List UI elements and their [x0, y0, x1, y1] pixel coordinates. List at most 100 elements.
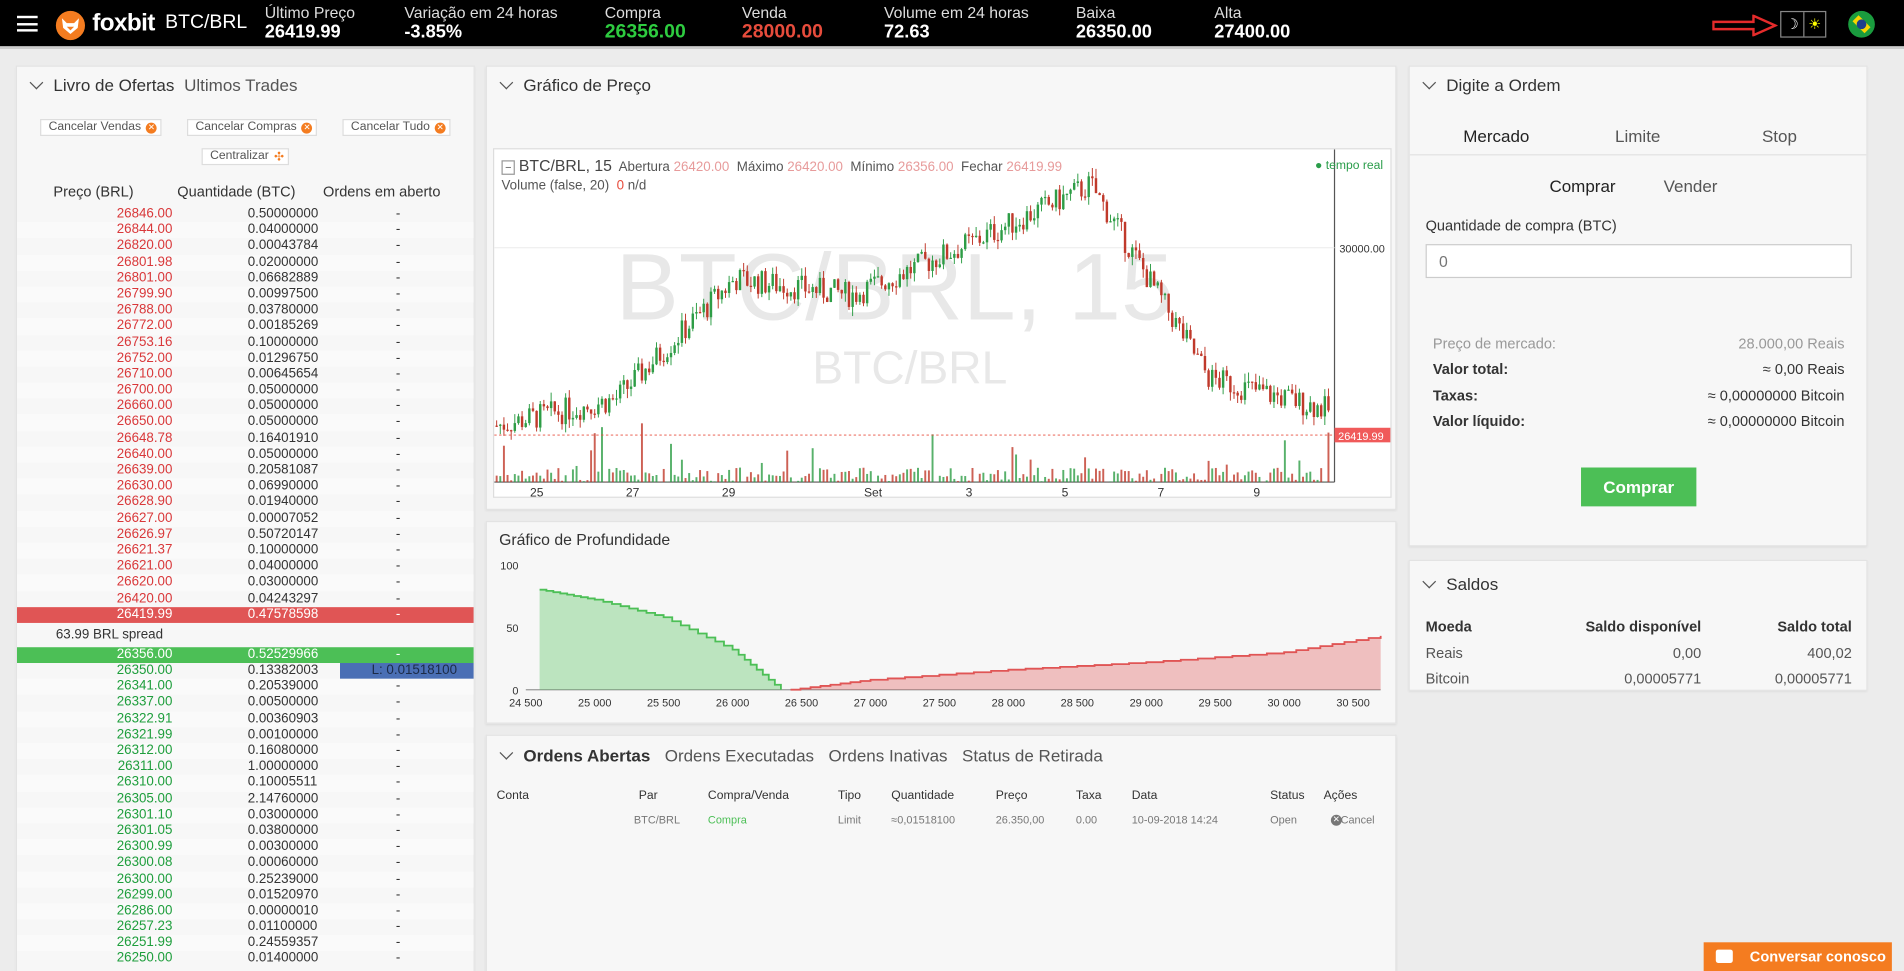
orderbook-row[interactable]: 26420.00 0.04243297 - — [17, 591, 474, 607]
orderbook-row[interactable]: 26752.00 0.01296750 - — [17, 350, 474, 367]
menu-icon[interactable] — [17, 15, 38, 32]
orderbook-row[interactable]: 26628.90 0.01940000 - — [17, 495, 474, 511]
chevron-down-icon[interactable] — [499, 745, 514, 760]
chevron-down-icon[interactable] — [1422, 574, 1437, 589]
volume-bar — [822, 469, 825, 483]
stat-2: Compra 26356.00 — [605, 4, 686, 42]
row-price: 26312.00 — [116, 743, 173, 758]
orderbook-row[interactable]: 26630.00 0.06990000 - — [17, 478, 474, 495]
pair-selector[interactable]: BTC/BRL — [165, 12, 247, 34]
orderbook-row[interactable]: 26626.97 0.50720147 - — [17, 527, 474, 543]
brand-name[interactable]: foxbit — [92, 10, 155, 38]
orderbook-row[interactable]: 26710.00 0.00645654 - — [17, 367, 474, 383]
orderbook-row[interactable]: 26350.00 0.13382003 L: 0.01518100 — [17, 663, 474, 679]
row-open-orders: - — [395, 446, 401, 462]
orderbook-row[interactable]: 26257.23 0.01100000 - — [17, 919, 474, 935]
candle-body — [1036, 204, 1040, 219]
orderbook-row[interactable]: 26305.00 2.14760000 - — [17, 791, 474, 807]
orderbook-row[interactable]: 26300.99 0.00300000 - — [17, 839, 474, 856]
candle-body — [1207, 370, 1210, 387]
chevron-down-icon[interactable] — [1422, 75, 1437, 90]
orderbook-row[interactable]: 26620.00 0.03000000 - — [17, 574, 474, 591]
tab-open-orders[interactable]: Ordens Abertas — [523, 746, 650, 765]
orderbook-row[interactable]: 26801.00 0.06682889 - — [17, 270, 474, 286]
orderbook-row[interactable]: 26799.90 0.00997500 - — [17, 286, 474, 303]
chat-button[interactable]: Conversar conosco — [1703, 942, 1892, 971]
orderbook-row[interactable]: 26322.91 0.00360903 - — [17, 711, 474, 728]
candle-body — [1163, 293, 1167, 296]
orderbook-row[interactable]: 26341.00 0.20539000 - — [17, 679, 474, 696]
orderbook-row[interactable]: 26312.00 0.16080000 - — [17, 743, 474, 760]
orderbook-row[interactable]: 26300.08 0.00060000 - — [17, 855, 474, 871]
tab-ultimos-trades[interactable]: Ultimos Trades — [184, 75, 297, 94]
candle-body — [989, 224, 992, 230]
row-price: 26337.00 — [116, 695, 173, 710]
volume-bar — [818, 468, 821, 483]
volume-bar — [713, 481, 716, 483]
orderbook-row[interactable]: 26250.00 0.01400000 - — [17, 951, 474, 967]
chevron-down-icon[interactable] — [499, 75, 514, 90]
orderbook-row[interactable]: 26310.00 0.10005511 - — [17, 775, 474, 792]
my-order-marker[interactable]: L: 0.01518100 — [340, 663, 474, 679]
tab-mercado[interactable]: Mercado — [1463, 126, 1529, 145]
orderbook-row[interactable]: 26846.00 0.50000000 - — [17, 206, 474, 222]
orderbook-row[interactable]: 26301.10 0.03000000 - — [17, 807, 474, 824]
orderbook-row[interactable]: 26621.37 0.10000000 - — [17, 542, 474, 559]
orderbook-row[interactable]: 26419.99 0.47578598 - — [17, 606, 474, 623]
orderbook-row[interactable]: 26356.00 0.52529966 - — [17, 647, 474, 664]
stat-6: Alta 27400.00 — [1214, 4, 1290, 42]
orderbook-row[interactable]: 26844.00 0.04000000 - — [17, 222, 474, 239]
tab-withdraw-status[interactable]: Status de Retirada — [962, 746, 1103, 765]
orderbook-row[interactable]: 26627.00 0.00007052 - — [17, 510, 474, 527]
orderbook-row[interactable]: 26650.00 0.05000000 - — [17, 414, 474, 431]
orderbook-row[interactable]: 26621.00 0.04000000 - — [17, 559, 474, 575]
orderbook-row[interactable]: 26311.00 1.00000000 - — [17, 759, 474, 775]
cancel-buys-button[interactable]: Cancelar Compras ✕ — [187, 119, 318, 137]
tab-livro-de-ofertas[interactable]: Livro de Ofertas — [53, 75, 174, 94]
chevron-down-icon[interactable] — [29, 75, 44, 90]
qty-input[interactable] — [1425, 244, 1852, 279]
collapse-legend-icon[interactable]: − — [501, 160, 516, 175]
center-button[interactable]: Centralizar ✣ — [201, 148, 290, 166]
moon-icon[interactable]: ☽ — [1781, 12, 1803, 36]
orderbook-row[interactable]: 26299.00 0.01520970 - — [17, 887, 474, 903]
orderbook-row[interactable]: 26648.78 0.16401910 - — [17, 431, 474, 447]
submit-buy-button[interactable]: Comprar — [1581, 467, 1697, 507]
side-comprar[interactable]: Comprar — [1549, 176, 1615, 195]
row-open-orders: - — [395, 935, 401, 950]
orderbook-row[interactable]: 26286.00 0.00000010 - — [17, 903, 474, 920]
orderbook-row[interactable]: 26301.05 0.03800000 - — [17, 823, 474, 839]
orderbook-row[interactable]: 26801.98 0.02000000 - — [17, 254, 474, 271]
price-chart-area[interactable]: BTC/BRL, 15 BTC/BRL 30000.00 26419.99 25 27… — [493, 148, 1392, 499]
orderbook-row[interactable]: 26700.00 0.05000000 - — [17, 382, 474, 399]
orderbook-row[interactable]: 26660.00 0.05000000 - — [17, 399, 474, 415]
order-cell-acao[interactable]: Cancel — [1341, 814, 1375, 826]
cancel-sells-button[interactable]: Cancelar Vendas ✕ — [40, 119, 162, 137]
orderbook-row[interactable]: 26321.99 0.00100000 - — [17, 727, 474, 743]
tab-executed-orders[interactable]: Ordens Executadas — [665, 746, 814, 765]
price-chart-svg: 30000.00 26419.99 25 27 29 Set 3 5 7 9 — [494, 149, 1391, 499]
sun-icon[interactable]: ☀ — [1803, 12, 1825, 37]
orderbook-row[interactable]: 26251.99 0.24559357 - — [17, 935, 474, 952]
orderbook-row[interactable]: 26753.16 0.10000000 - — [17, 335, 474, 351]
volume-bar — [775, 475, 778, 483]
orderbook-row[interactable]: 26772.00 0.00185269 - — [17, 318, 474, 335]
orderbook-row[interactable]: 26639.00 0.20581087 - — [17, 463, 474, 479]
candle-body — [1269, 385, 1272, 402]
cancel-icon[interactable]: ✕ — [1330, 814, 1342, 826]
cancel-all-button[interactable]: Cancelar Tudo ✕ — [342, 119, 451, 137]
volume-bar — [851, 478, 854, 483]
orderbook-row[interactable]: 26300.00 0.25239000 - — [17, 871, 474, 888]
orderbook-row[interactable]: 26640.00 0.05000000 - — [17, 446, 474, 463]
side-vender[interactable]: Vender — [1664, 176, 1718, 195]
tab-stop[interactable]: Stop — [1762, 126, 1797, 145]
tab-inactive-orders[interactable]: Ordens Inativas — [828, 746, 947, 765]
theme-switcher[interactable]: ☽ ☀ — [1780, 10, 1827, 38]
orderbook-row[interactable]: 26820.00 0.00043784 - — [17, 238, 474, 254]
volume-bar — [557, 468, 560, 483]
brazil-flag-icon[interactable] — [1848, 10, 1875, 38]
depth-chart-svg[interactable]: 100 50 024 500 25 000 25 500 26 000 26 500 27 0… — [487, 522, 1398, 725]
tab-limite[interactable]: Limite — [1615, 126, 1660, 145]
orderbook-row[interactable]: 26788.00 0.03780000 - — [17, 303, 474, 319]
orderbook-row[interactable]: 26337.00 0.00500000 - — [17, 695, 474, 711]
